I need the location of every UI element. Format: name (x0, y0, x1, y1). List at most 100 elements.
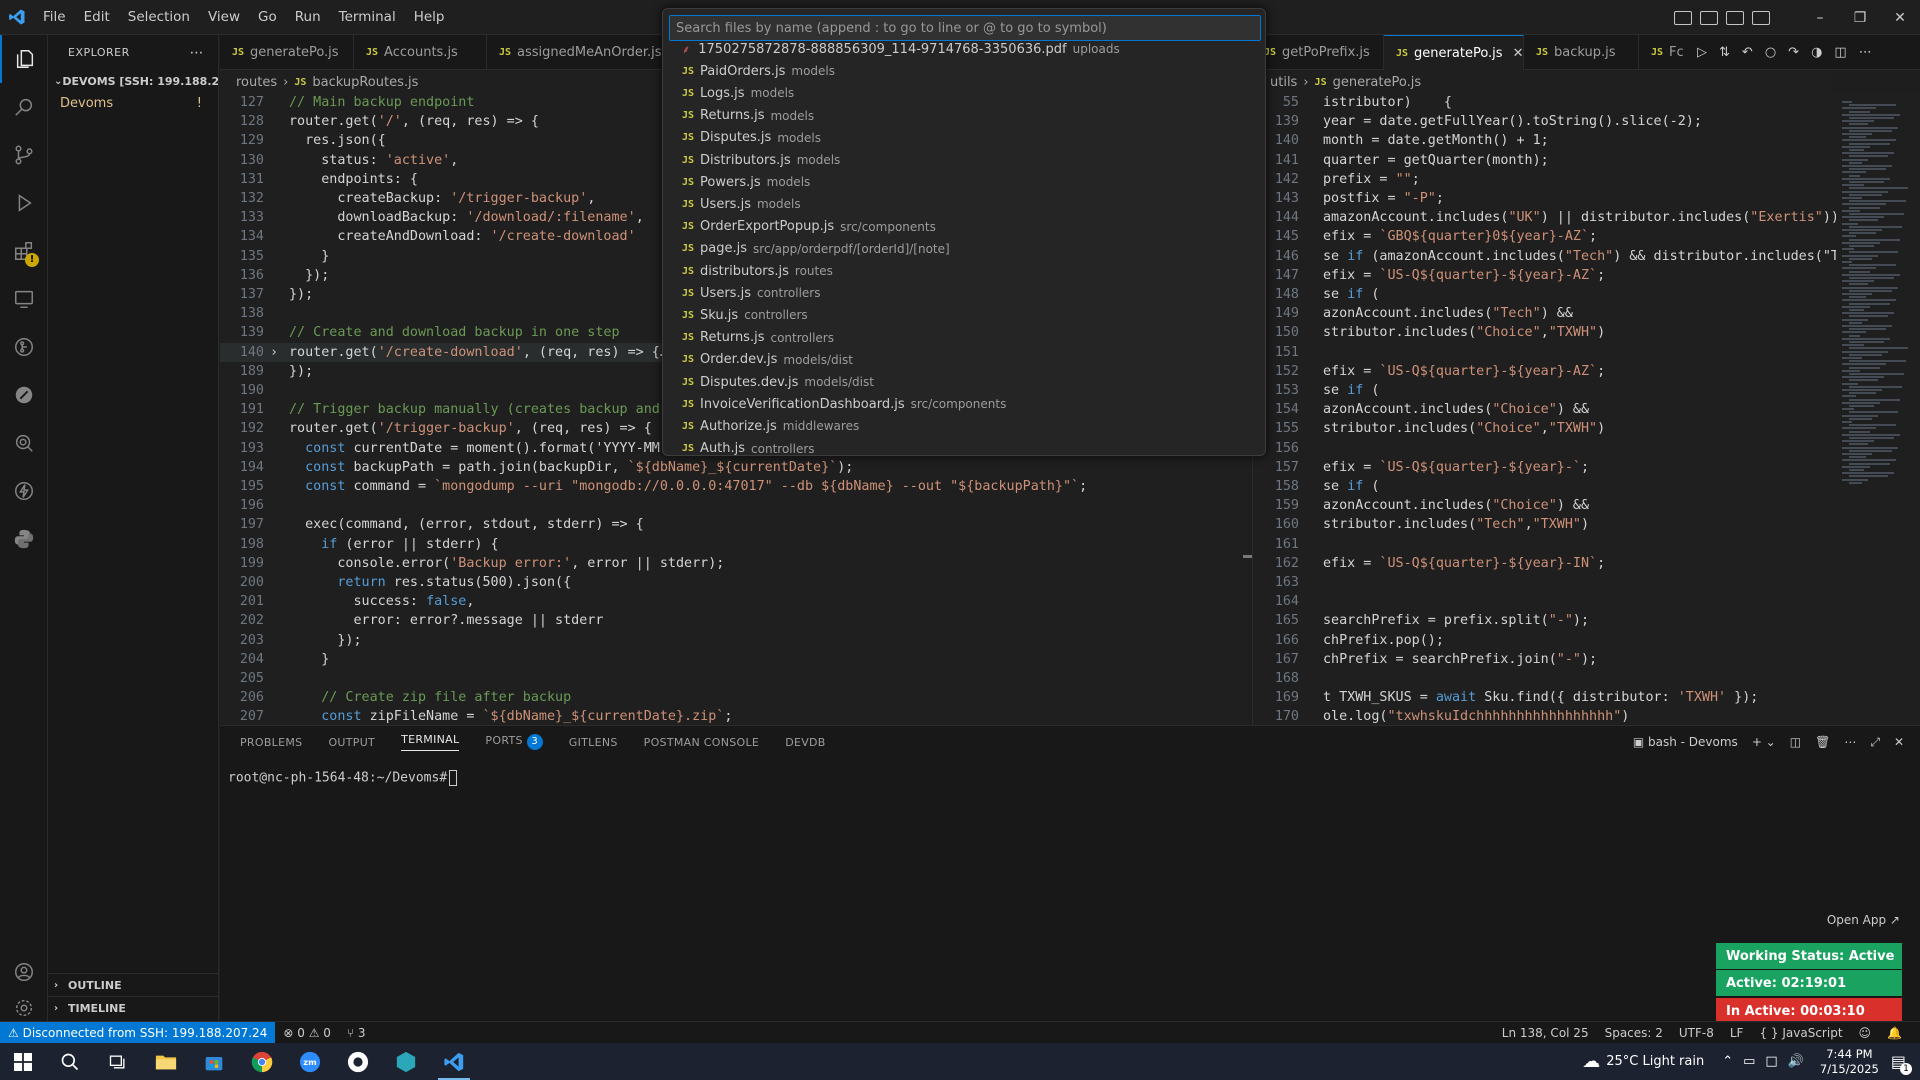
tab-accounts[interactable]: JS Accounts.js (354, 35, 487, 70)
code-line[interactable]: 154 azonAccount.includes("Choice") && (1253, 400, 1836, 419)
weather-cloud-icon[interactable]: ☁ (1582, 1051, 1600, 1072)
battery-icon[interactable]: ▭ (1743, 1054, 1755, 1069)
quick-open-item[interactable]: JS Disputes.js models (663, 127, 1265, 149)
more-actions-icon[interactable]: ⋯ (1859, 45, 1872, 60)
windows-start-icon[interactable] (0, 1043, 46, 1080)
breadcrumb-folder[interactable]: routes (236, 75, 277, 90)
panel-tab-problems[interactable]: PROBLEMS (240, 736, 302, 749)
code-line[interactable]: 55 istributor) { (1253, 93, 1836, 112)
quick-open-item[interactable]: JS Logs.js models (663, 82, 1265, 104)
code-line[interactable]: 145 efix = `GBQ${quarter}0${year}-AZ`; (1253, 227, 1836, 246)
new-terminal-icon[interactable]: + ⌄ (1752, 735, 1776, 749)
toggle-panel-icon[interactable] (1726, 10, 1744, 25)
code-line[interactable]: 163 (1253, 573, 1836, 592)
code-line[interactable]: 205 (220, 669, 1130, 688)
zoom-icon[interactable]: zm (286, 1043, 334, 1080)
tab-fc[interactable]: JS Fc (1639, 35, 1689, 70)
code-line[interactable]: 200 return res.status(500).json({ (220, 573, 1130, 592)
network-icon[interactable]: □ (1765, 1054, 1777, 1069)
code-line[interactable]: 164 (1253, 592, 1836, 611)
remote-explorer-icon[interactable] (0, 275, 48, 323)
open-changes-icon[interactable]: ◑ (1811, 45, 1822, 60)
quick-open-item[interactable]: JS Powers.js models (663, 171, 1265, 193)
code-line[interactable]: 140 month = date.getMonth() + 1; (1253, 131, 1836, 150)
vscode-taskbar-icon[interactable] (430, 1043, 478, 1080)
folder-devoms[interactable]: Devoms ! (48, 92, 218, 114)
notification-center-icon[interactable]: ▤ 1 (1891, 1052, 1912, 1075)
code-line[interactable]: 201 success: false, (220, 592, 1130, 611)
chevron-up-icon[interactable]: ⌃ (1722, 1054, 1733, 1069)
code-line[interactable]: 146 se if (amazonAccount.includes("Tech")… (1253, 247, 1836, 266)
microsoft-store-icon[interactable] (190, 1043, 238, 1080)
more-actions-icon[interactable]: ⋯ (190, 45, 205, 61)
compare-changes-icon[interactable]: ⇅ (1719, 45, 1730, 60)
code-line[interactable]: 148 se if ( (1253, 285, 1836, 304)
tab-generatepo[interactable]: JS generatePo.js (220, 35, 354, 70)
code-line[interactable]: 167 chPrefix = searchPrefix.join("-"); (1253, 650, 1836, 669)
quick-open-item[interactable]: JS Auth.js controllers (663, 438, 1265, 455)
source-control-icon[interactable] (0, 131, 48, 179)
code-line[interactable]: 159 azonAccount.includes("Choice") && (1253, 496, 1836, 515)
maximize-panel-icon[interactable]: ⤢ (1870, 735, 1880, 750)
breadcrumb-file[interactable]: generatePo.js (1333, 75, 1422, 90)
search-icon[interactable] (0, 83, 48, 131)
indentation[interactable]: Spaces: 2 (1597, 1026, 1671, 1040)
code-line[interactable]: 196 (220, 496, 1130, 515)
problems-status[interactable]: ⊗ 0 ⚠ 0 (275, 1026, 339, 1040)
outline-section[interactable]: › OUTLINE (48, 973, 219, 996)
code-line[interactable]: 160 stributor.includes("Tech","TXWH") (1253, 515, 1836, 534)
quick-open-item[interactable]: JS InvoiceVerificationDashboard.js src/com… (663, 393, 1265, 415)
menu-selection[interactable]: Selection (119, 0, 199, 35)
quick-open-item[interactable]: JS Disputes.dev.js models/dist (663, 371, 1265, 393)
settings-gear-icon[interactable] (0, 995, 48, 1021)
menu-edit[interactable]: Edit (75, 0, 119, 35)
code-line[interactable]: 156 (1253, 439, 1836, 458)
code-line[interactable]: 162 efix = `US-Q${quarter}-${year}-IN`; (1253, 554, 1836, 573)
quick-open-item[interactable]: JS Distributors.js models (663, 149, 1265, 171)
postman-icon[interactable] (0, 371, 48, 419)
code-line[interactable]: 168 (1253, 669, 1836, 688)
code-line[interactable]: 165 searchPrefix = prefix.split("-"); (1253, 611, 1836, 630)
code-line[interactable]: 197 exec(command, (error, stdout, stderr… (220, 515, 1130, 534)
panel-tab-output[interactable]: OUTPUT (328, 736, 375, 749)
panel-tab-postman-console[interactable]: POSTMAN CONSOLE (644, 736, 760, 749)
quick-open-item[interactable]: JS PaidOrders.js models (663, 60, 1265, 82)
code-line[interactable]: 143 postfix = "-P"; (1253, 189, 1836, 208)
extensions-icon[interactable]: ! (0, 227, 48, 275)
menu-terminal[interactable]: Terminal (330, 0, 405, 35)
menu-view[interactable]: View (199, 0, 249, 35)
customize-layout-icon[interactable] (1674, 10, 1692, 25)
panel-tab-gitlens[interactable]: GITLENS (569, 736, 618, 749)
task-view-icon[interactable] (94, 1043, 142, 1080)
code-line[interactable]: 169 t TXWH_SKUS = await Sku.find({ distri… (1253, 688, 1836, 707)
code-line[interactable]: 207 const zipFileName = `${dbName}_${cur… (220, 707, 1130, 725)
quick-open-item[interactable]: JS Returns.js models (663, 105, 1265, 127)
explorer-icon[interactable] (0, 35, 48, 83)
code-line[interactable]: 158 se if ( (1253, 477, 1836, 496)
tab-getpoprefix[interactable]: JS getPoPrefix.js (1252, 35, 1384, 70)
code-line[interactable]: 147 efix = `US-Q${quarter}-${year}-AZ`; (1253, 266, 1836, 285)
workspace-section[interactable]: ⌄ DEVOMS [SSH: 199.188.20... (48, 70, 218, 92)
app-circle-icon[interactable] (334, 1043, 382, 1080)
code-line[interactable]: 139 year = date.getFullYear().toString().… (1253, 112, 1836, 131)
quick-open-item[interactable]: JS Returns.js controllers (663, 327, 1265, 349)
code-line[interactable]: 202 error: error?.message || stderr (220, 611, 1130, 630)
minimize-icon[interactable]: – (1800, 10, 1840, 26)
tab-assignedmeanorder[interactable]: JS assignedMeAnOrder.js (487, 35, 677, 70)
code-line[interactable]: 198 if (error || stderr) { (220, 535, 1130, 554)
code-line[interactable]: 144 amazonAccount.includes("UK") || distr… (1253, 208, 1836, 227)
code-line[interactable]: 194 const backupPath = path.join(backupD… (220, 458, 1130, 477)
tab-backup[interactable]: JS backup.js (1524, 35, 1639, 70)
database-search-icon[interactable] (0, 419, 48, 467)
forwarded-ports-status[interactable]: ⑂ 3 (339, 1026, 374, 1040)
quick-open-item[interactable]: JS OrderExportPopup.js src/components (663, 216, 1265, 238)
commit-icon[interactable]: ○ (1765, 45, 1776, 60)
code-line[interactable]: 161 (1253, 535, 1836, 554)
right-minimap[interactable] (1836, 93, 1920, 725)
remote-status-button[interactable]: ⚠ Disconnected from SSH: 199.188.207.24 (0, 1021, 276, 1044)
close-window-icon[interactable]: ✕ (1880, 10, 1920, 26)
menu-run[interactable]: Run (286, 0, 330, 35)
code-line[interactable]: 199 console.error('Backup error:', error… (220, 554, 1130, 573)
split-editor-icon[interactable]: ◫ (1834, 45, 1846, 60)
quick-open-item[interactable]: JS Users.js controllers (663, 282, 1265, 304)
